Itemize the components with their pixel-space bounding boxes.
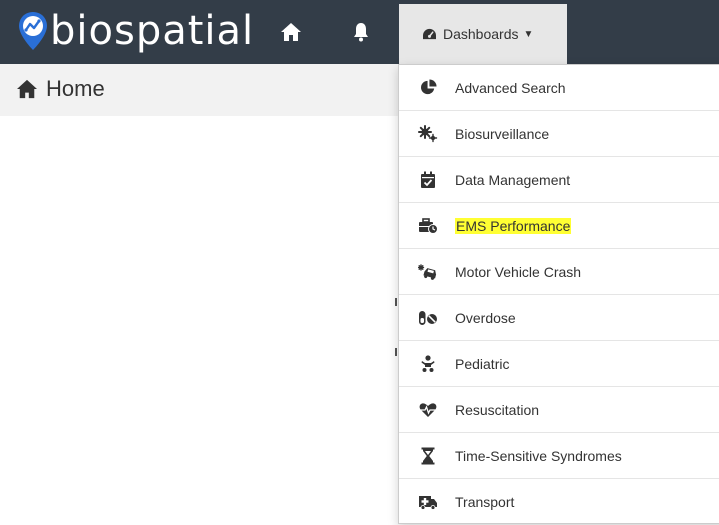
menu-item-biosurveillance[interactable]: Biosurveillance: [399, 111, 719, 157]
pie-chart-icon: [418, 78, 438, 98]
menu-item-label: Transport: [455, 494, 515, 510]
ambulance-icon: [418, 492, 438, 512]
breadcrumb-home-label: Home: [46, 76, 105, 101]
home-icon[interactable]: [279, 20, 303, 44]
dashboards-dropdown-button[interactable]: Dashboards ▼: [399, 4, 567, 64]
menu-item-label: Biosurveillance: [455, 125, 550, 142]
menu-item-time-sensitive-syndromes[interactable]: Time-Sensitive Syndromes: [399, 433, 719, 479]
menu-item-transport[interactable]: Transport: [399, 479, 719, 525]
menu-item-label: Time-Sensitive Syndromes: [455, 447, 622, 464]
calendar-check-icon: [418, 170, 438, 190]
menu-item-advanced-search[interactable]: Advanced Search: [399, 65, 719, 111]
breadcrumb-home[interactable]: Home: [16, 76, 105, 102]
heartbeat-icon: [418, 400, 438, 420]
logo-pin-icon: [19, 12, 47, 50]
car-crash-icon: [418, 262, 438, 282]
menu-item-resuscitation[interactable]: Resuscitation: [399, 387, 719, 433]
menu-item-overdose[interactable]: Overdose: [399, 295, 719, 341]
menu-item-label: Data Management: [455, 171, 571, 188]
cogs-icon: [418, 124, 438, 144]
dashboards-label: Dashboards: [443, 26, 519, 42]
background-fragment: [395, 298, 397, 306]
background-fragment: [395, 348, 397, 356]
dashboard-gauge-icon: [423, 28, 436, 39]
toolbox-clock-icon: [418, 216, 438, 236]
biospatial-logo[interactable]: biospatial: [18, 9, 254, 53]
pills-icon: [418, 308, 438, 328]
hourglass-icon: [418, 446, 438, 466]
baby-icon: [418, 354, 438, 374]
bell-icon[interactable]: [349, 20, 373, 44]
menu-item-label: Resuscitation: [455, 401, 540, 418]
menu-item-label: EMS Performance: [455, 217, 572, 234]
menu-item-label: Overdose: [455, 309, 516, 326]
menu-item-data-management[interactable]: Data Management: [399, 157, 719, 203]
dashboards-dropdown-menu: Advanced Search Biosurveillance Data Man…: [398, 64, 719, 524]
menu-item-motor-vehicle-crash[interactable]: Motor Vehicle Crash: [399, 249, 719, 295]
menu-item-ems-performance[interactable]: EMS Performance: [399, 203, 719, 249]
top-navbar: biospatial Dashboards ▼: [0, 0, 719, 64]
menu-item-label: Pediatric: [455, 355, 510, 372]
menu-item-label: Motor Vehicle Crash: [455, 263, 582, 280]
caret-down-icon: ▼: [523, 28, 534, 40]
logo-text: biospatial: [50, 8, 255, 54]
home-icon: [17, 79, 37, 99]
menu-item-pediatric[interactable]: Pediatric: [399, 341, 719, 387]
menu-item-label: Advanced Search: [455, 79, 566, 96]
